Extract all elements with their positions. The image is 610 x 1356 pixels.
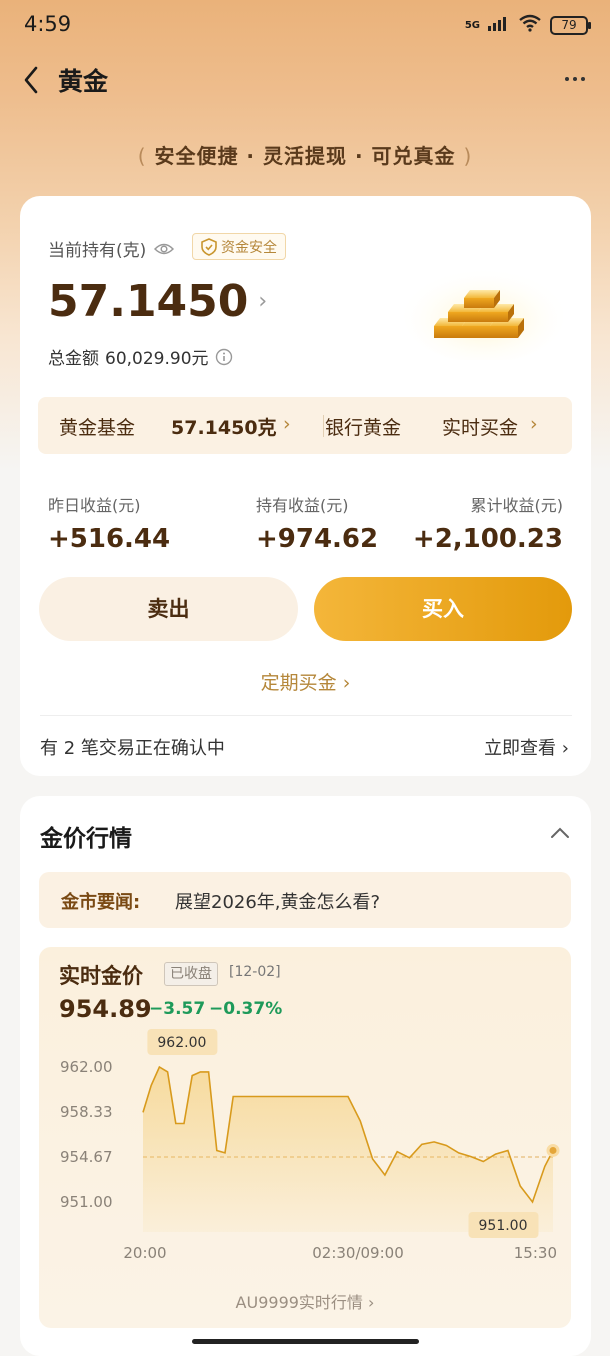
closed-tag: 已收盘: [164, 962, 218, 986]
gold-market-card: 金价行情 金市要闻: 展望2026年,黄金怎么看? 实时金价 已收盘 [12-0…: [20, 796, 591, 1356]
price-area: [143, 1067, 553, 1232]
divider: [323, 415, 324, 437]
y-tick-label: 962.00: [60, 1058, 113, 1076]
more-button[interactable]: [560, 64, 590, 94]
battery-icon: 79: [550, 15, 591, 35]
chevron-up-icon[interactable]: [549, 822, 571, 844]
info-icon[interactable]: [215, 348, 233, 366]
earnings-label: 累计收益(元): [470, 496, 564, 515]
network-label: 5G: [464, 19, 480, 31]
y-tick-label: 958.33: [60, 1103, 113, 1121]
regular-buy-link[interactable]: 定期买金 ›: [20, 668, 591, 695]
y-axis-ticks: 962.00 958.33 954.67 951.00: [60, 1058, 113, 1211]
status-icons: 5G 79: [464, 14, 591, 36]
chevron-right-icon: ›: [530, 413, 538, 435]
market-news-bar[interactable]: 金市要闻: 展望2026年,黄金怎么看?: [39, 872, 571, 928]
holding-earnings: 持有收益(元) +974.62: [256, 492, 378, 554]
price-change: −3.57: [149, 999, 206, 1019]
high-label-text: 962.00: [157, 1035, 206, 1051]
holding-grams[interactable]: 57.1450 ›: [48, 276, 267, 327]
shield-icon: [201, 237, 217, 256]
price-title: 实时金价: [59, 964, 143, 988]
market-title: 金价行情: [40, 826, 132, 852]
total-earnings: 累计收益(元) +2,100.23: [413, 492, 563, 554]
divider: [40, 715, 572, 716]
earnings-label: 昨日收益(元): [48, 496, 141, 515]
nav-bar: 黄金: [0, 52, 610, 108]
slogan-banner: ( 安全便捷 · 灵活提现 · 可兑真金 ): [0, 140, 610, 169]
laurel-right-icon: ): [463, 144, 473, 168]
chevron-right-icon: ›: [258, 289, 268, 314]
x-tick-label: 20:00: [123, 1244, 166, 1262]
earnings-label: 持有收益(元): [256, 496, 349, 515]
chevron-left-icon: [24, 66, 38, 94]
chevron-right-icon: ›: [283, 413, 291, 435]
chevron-right-icon: ›: [342, 672, 351, 694]
eye-icon[interactable]: [154, 242, 175, 256]
fund-row: 黄金基金 57.1450克 › 银行黄金 实时买金 ›: [38, 397, 572, 454]
holding-card: 当前持有(克) 资金安全 57.1450 › 总金额 60,029.90元 黄金…: [20, 196, 591, 776]
laurel-left-icon: (: [137, 144, 147, 168]
total-label: 总金额: [48, 349, 99, 369]
news-label: 金市要闻:: [61, 892, 141, 913]
y-tick-label: 951.00: [60, 1193, 113, 1211]
chevron-right-icon: ›: [368, 1293, 375, 1312]
earnings-value: +2,100.23: [412, 524, 563, 554]
holding-label: 当前持有(克): [48, 236, 175, 261]
view-now-link[interactable]: 立即查看 ›: [484, 734, 569, 760]
fund-safety-badge[interactable]: 资金安全: [192, 233, 286, 260]
wifi-icon: [518, 14, 542, 36]
sell-button[interactable]: 卖出: [39, 577, 298, 641]
home-indicator[interactable]: [192, 1339, 419, 1344]
bank-gold-link[interactable]: 银行黄金: [325, 413, 401, 440]
page-title: 黄金: [58, 67, 109, 96]
slogan-text: 安全便捷 · 灵活提现 · 可兑真金: [154, 144, 456, 168]
gold-fund-label[interactable]: 黄金基金: [59, 413, 135, 440]
regular-buy-label: 定期买金: [260, 672, 337, 694]
view-now-label: 立即查看: [484, 738, 557, 759]
gold-price-chart[interactable]: 962.00 958.33 954.67 951.00 20:00 02:30/09:0…: [39, 1027, 571, 1289]
total-amount-line: 总金额 60,029.90元: [48, 344, 233, 369]
buy-button[interactable]: 买入: [314, 577, 572, 641]
realtime-price-panel: 实时金价 已收盘 [12-02] 954.89 −3.57 −0.37% 962…: [39, 947, 571, 1328]
x-tick-label: 02:30/09:00: [312, 1244, 404, 1262]
total-value: 60,029.90元: [105, 349, 209, 369]
gold-bars-icon: [404, 267, 564, 360]
holding-grams-value: 57.1450: [48, 276, 249, 327]
yesterday-earnings: 昨日收益(元) +516.44: [48, 492, 170, 554]
gold-fund-grams[interactable]: 57.1450克: [171, 413, 277, 440]
low-price-label: 951.00: [468, 1212, 539, 1238]
back-button[interactable]: [16, 62, 46, 98]
holding-label-text: 当前持有(克): [48, 241, 147, 261]
more-dot-icon: [565, 77, 569, 81]
price-change-pct: −0.37%: [209, 999, 283, 1019]
signal-icon: [488, 15, 510, 35]
market-link-label: AU9999实时行情: [235, 1293, 363, 1312]
current-price: 954.89: [59, 995, 152, 1023]
status-bar: 4:59 5G 79: [0, 0, 610, 52]
chevron-right-icon: ›: [561, 738, 569, 759]
price-date: [12-02]: [229, 964, 281, 980]
x-tick-label: 15:30: [514, 1244, 557, 1262]
pending-transactions-text: 有 2 笔交易正在确认中: [40, 738, 225, 759]
news-headline: 展望2026年,黄金怎么看?: [175, 892, 381, 913]
low-label-text: 951.00: [479, 1218, 528, 1234]
au9999-market-link[interactable]: AU9999实时行情 ›: [39, 1289, 571, 1313]
earnings-value: +516.44: [48, 524, 171, 554]
status-time: 4:59: [24, 12, 72, 36]
badge-label: 资金安全: [221, 239, 277, 256]
current-price-dot: [546, 1143, 560, 1157]
y-tick-label: 954.67: [60, 1148, 113, 1166]
earnings-value: +974.62: [256, 524, 379, 554]
realtime-buy-link[interactable]: 实时买金: [442, 413, 518, 440]
high-price-label: 962.00: [147, 1029, 218, 1055]
x-axis-ticks: 20:00 02:30/09:00 15:30: [123, 1244, 557, 1262]
